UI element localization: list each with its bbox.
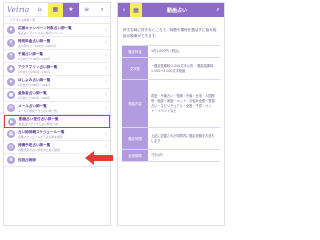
gem-icon: ◆ [7, 65, 15, 73]
table-row-label: 相談内容 [122, 80, 148, 127]
calendar-icon: ▦ [7, 130, 15, 138]
page-description: 好きな時に好きなところで、時間や場所を選ばずに悩み相談の映像ができます。 [123, 28, 217, 38]
detail-header: ‹ ▦ 動画占い ⌕ [118, 3, 224, 17]
list-item-special-price[interactable]: ¥ 特別料金占い師一覧 占い師サイン120分～1000円 › [4, 37, 110, 50]
list-item-video[interactable]: ▶ 動画占い受付占い師一覧 動画占いができる占い師を一覧 › [4, 115, 110, 128]
crown-icon: ♛ [7, 156, 15, 164]
list-item-aquamarine[interactable]: ◆ アクアマリン占い師一覧 1分あたり200円～290円 › [4, 63, 110, 76]
search-icon[interactable]: ⌕ [212, 6, 224, 14]
star-icon: ★ [7, 78, 15, 86]
table-row-label: 文字数 [122, 58, 148, 79]
red-arrow-icon [85, 151, 113, 165]
menu-icon[interactable]: ≡ [79, 3, 95, 17]
home-icon[interactable]: ⌂ [32, 3, 48, 17]
table-row-label: 鑑定時間 [122, 128, 148, 149]
chevron-right-icon: › [105, 40, 107, 46]
chevron-right-icon: › [105, 27, 107, 33]
calendar-icon[interactable]: ▦ [130, 3, 142, 17]
right-screen: ‹ ▦ 動画占い ⌕ 好きな時に好きなところで、時間や場所を選ばずに悩み相談の映… [117, 2, 225, 226]
gift-icon: ♦ [7, 26, 15, 34]
fish-icon: ● [7, 91, 15, 99]
clock-icon: ◷ [7, 143, 15, 151]
left-screen: Vetria ⌂ ▦ ★ ≡ ⌕ クラウド占術師一覧… ♦ 応援キャンペーン対象… [3, 2, 111, 226]
table-row-value: ・鑑定依頼時 2,000文字以内 ・鑑定結果時 1,500～3,000文字程度 [151, 63, 214, 73]
chevron-right-icon: › [105, 105, 107, 111]
list-item-kingyo[interactable]: ● 金魚星占い師一覧 1分あたり400円～490円 › [4, 89, 110, 102]
table-row: 鑑定料金 1件1,000円（税込） [122, 46, 220, 58]
list-item-hoshiyomi[interactable]: ★ ほしよみ占い師一覧 1分あたり300円～390円 › [4, 76, 110, 89]
yen-icon: ¥ [7, 52, 15, 60]
table-row-value: 上記に記載された時間内に鑑定依頼をお送りします [151, 133, 215, 143]
table-row-value: 7日以内 [151, 153, 163, 157]
list-item-subtitle: 電話占いアイリス占い師のイベント [18, 30, 63, 35]
back-icon[interactable]: ‹ [118, 6, 130, 14]
chevron-right-icon: › [105, 66, 107, 72]
chevron-right-icon: › [105, 79, 107, 85]
table-row-value: 恋愛・不倫占い・復縁・不倫・仕事・人間関係・健康・家庭・ペット・お悩み全般・霊視… [151, 93, 215, 113]
site-logo[interactable]: Vetria [4, 6, 32, 14]
list-item-subtitle: 動画占いができる占い師を一覧 [19, 122, 59, 126]
table-row: 返信期限 7日以内 [122, 150, 220, 162]
list-item-chiba[interactable]: ¥ 千葉占い師一覧 1分あたり100円～190円 › [4, 50, 110, 63]
top-nav-bar: Vetria ⌂ ▦ ★ ≡ ⌕ [4, 3, 110, 17]
info-table: 鑑定料金 1件1,000円（税込） 文字数 ・鑑定依頼時 2,000文字以内 ・… [122, 45, 220, 162]
table-row: 文字数 ・鑑定依頼時 2,000文字以内 ・鑑定結果時 1,500～3,000文… [122, 58, 220, 80]
list-item-subtitle: 待機スケジュールから占い師を確認 [18, 134, 63, 139]
list-item-subtitle: 1分あたり200円～290円 [18, 69, 51, 74]
yen-icon: ¥ [7, 39, 15, 47]
list-item-schedule[interactable]: ▦ 占い師待機スケジュール一覧 待機スケジュールから占い師を確認 › [4, 128, 110, 141]
list-item-subtitle: メールで相談できる占い師一覧 [18, 108, 58, 113]
table-row-label: 鑑定料金 [122, 46, 148, 57]
list-item-campaign[interactable]: ♦ 応援キャンペーン対象占い師一覧 電話占いアイリス占い師のイベント › [4, 24, 110, 37]
video-icon: ▶ [8, 117, 16, 126]
table-row-value: 1件1,000円（税込） [151, 49, 182, 53]
mail-icon: ✉ [7, 104, 15, 112]
chevron-right-icon: › [105, 92, 107, 98]
list-item-subtitle: クラウド占術師一覧… [10, 18, 38, 22]
category-list: クラウド占術師一覧… ♦ 応援キャンペーン対象占い師一覧 電話占いアイリス占い師… [4, 17, 110, 225]
list-item-mail[interactable]: ✉ メール占い師一覧 メールで相談できる占い師一覧 › [4, 102, 110, 115]
list-item[interactable]: クラウド占術師一覧… [4, 17, 110, 24]
table-row: 鑑定時間 上記に記載された時間内に鑑定依頼をお送りします [122, 128, 220, 150]
chevron-right-icon: › [105, 53, 107, 59]
table-row-label: 返信期限 [122, 150, 148, 161]
star-icon[interactable]: ★ [63, 3, 79, 17]
list-item-subtitle: 1分あたり400円～490円 [18, 95, 51, 100]
list-item-subtitle: 1分あたり100円～190円 [18, 56, 51, 61]
chevron-right-icon: › [105, 144, 107, 150]
search-icon[interactable]: ⌕ [94, 3, 110, 17]
list-item-subtitle: 1分あたり300円～390円 [18, 82, 51, 87]
list-item-subtitle: 占い師サイン120分～1000円 [18, 43, 56, 48]
chevron-right-icon: › [105, 131, 107, 137]
chevron-right-icon: › [104, 118, 106, 125]
table-row: 相談内容 恋愛・不倫占い・復縁・不倫・仕事・人間関係・健康・家庭・ペット・お悩み… [122, 80, 220, 128]
calendar-icon[interactable]: ▦ [47, 3, 64, 17]
page-title: 動画占い [166, 7, 187, 14]
